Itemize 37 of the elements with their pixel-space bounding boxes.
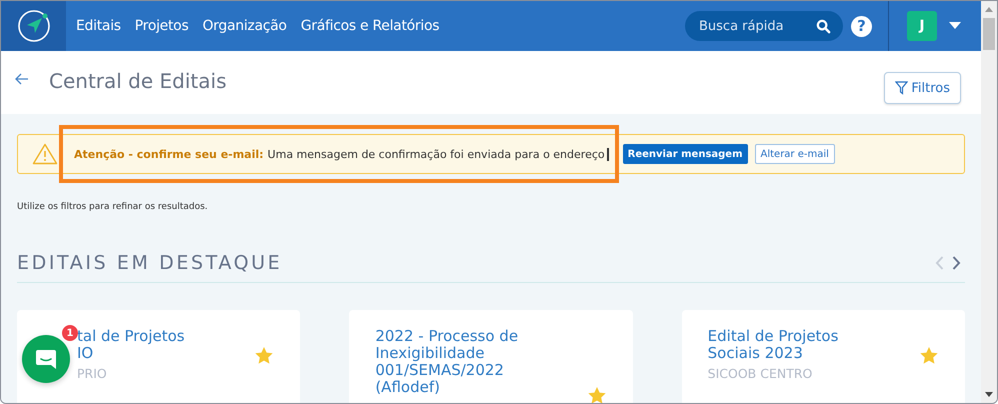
card-title[interactable]: tal de Projetos IO	[77, 328, 254, 362]
filter-button[interactable]: Filtros	[884, 72, 961, 104]
resend-button[interactable]: Reenviar mensagem	[622, 144, 748, 164]
nav-link[interactable]: Projetos	[134, 18, 188, 34]
nav-link[interactable]: Organização	[202, 18, 287, 34]
help-button[interactable]: ?	[851, 16, 872, 36]
section-title: EDITAIS EM DESTAQUE	[17, 252, 282, 274]
star-icon[interactable]	[254, 346, 274, 365]
card-title[interactable]: 2022 - Processo de Inexigibilidade 001/SEMAS/2022 (Aflodef)	[375, 328, 587, 396]
logo-icon[interactable]	[1, 1, 66, 51]
alert-message: Uma mensagem de confirmação foi enviada para o endereço	[268, 148, 609, 160]
scroll-up-icon[interactable]	[985, 7, 993, 12]
back-arrow-icon[interactable]	[15, 73, 29, 85]
scroll-down-icon[interactable]	[985, 392, 993, 397]
organization-name: SICOOB CENTRO	[708, 366, 814, 381]
search-icon[interactable]	[816, 19, 831, 34]
next-icon[interactable]	[952, 256, 961, 270]
star-icon[interactable]	[918, 346, 939, 365]
card-title[interactable]: Edital de Projetos Sociais 2023	[708, 328, 919, 362]
notice-card[interactable]: Edital de Projetos Sociais 2023 SICOOB CENTRO	[682, 310, 965, 403]
alert-title: Atenção - confirme seu e-mail:	[74, 148, 264, 160]
organization-name: PRIO	[77, 366, 108, 381]
notice-card[interactable]: 2022 - Processo de Inexigibilidade 001/SEMAS/2022 (Aflodef)	[349, 310, 633, 403]
nav-link[interactable]: Gráficos e Relatórios	[300, 18, 440, 34]
scrollbar-thumb[interactable]	[983, 18, 995, 50]
scrollbar[interactable]	[981, 1, 997, 403]
caret-icon[interactable]	[949, 22, 961, 30]
star-icon[interactable]	[586, 386, 607, 403]
filter-icon	[895, 81, 908, 95]
nav-link[interactable]: Editais	[76, 18, 121, 34]
change-email-button[interactable]: Alterar e-mail	[754, 144, 835, 164]
warning-icon	[32, 143, 58, 165]
hint-text: Utilize os filtros para refinar os resultados.	[17, 202, 209, 212]
search-field[interactable]: Busca rápida	[685, 11, 843, 41]
user-avatar[interactable]: J	[907, 11, 937, 41]
page-title: Central de Editais	[49, 69, 226, 93]
chat-icon	[34, 347, 58, 371]
